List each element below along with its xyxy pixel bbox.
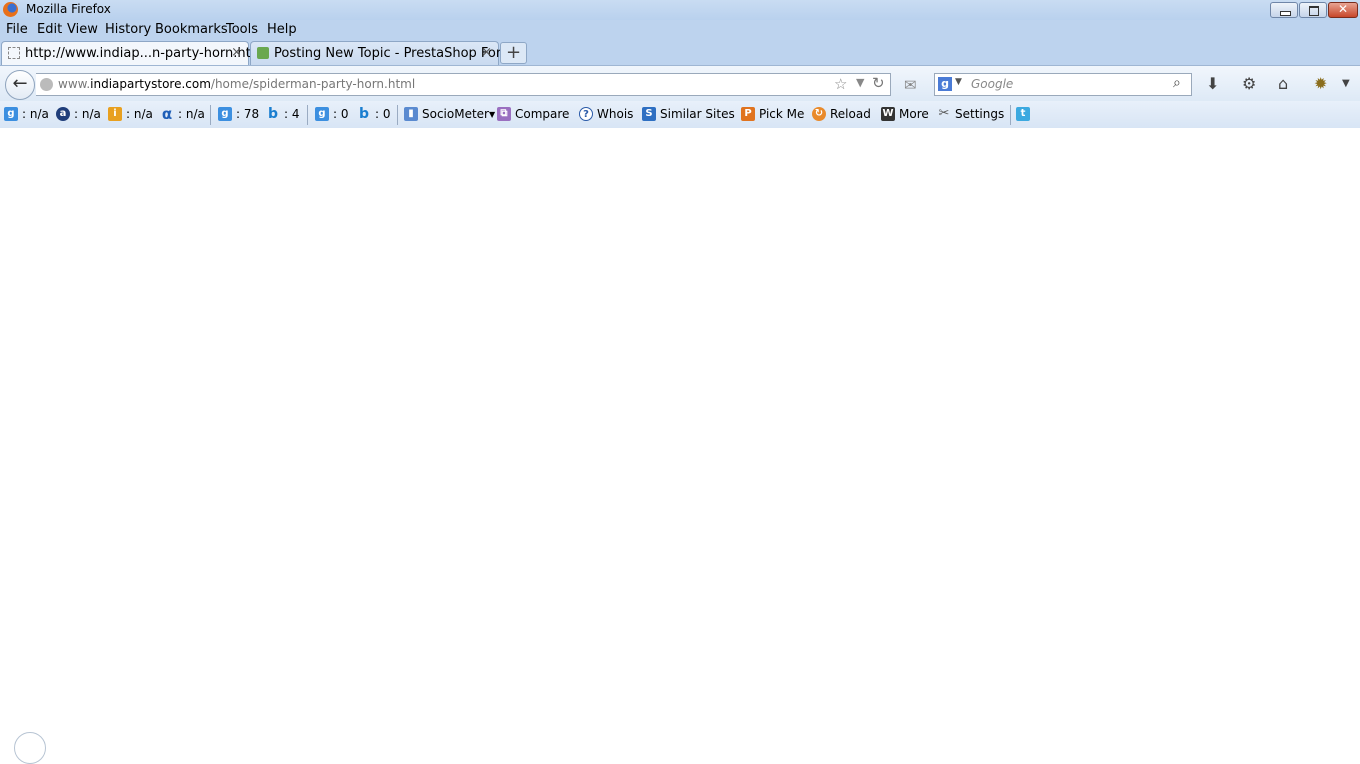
google-icon: g (218, 107, 232, 121)
google-links[interactable]: g: 0 (315, 107, 349, 121)
more-button[interactable]: W More (881, 107, 929, 121)
reload-button[interactable]: ↻ Reload (812, 107, 871, 121)
google-icon: g (315, 107, 329, 121)
question-icon: ? (579, 107, 593, 121)
bookmark-star-icon[interactable]: ☆ (834, 75, 847, 93)
close-window-button[interactable] (1328, 2, 1358, 18)
twitter-button[interactable]: t (1016, 107, 1034, 121)
bing-icon: b (267, 106, 279, 122)
separator (397, 105, 398, 125)
google-index[interactable]: g: 78 (218, 107, 259, 121)
menu-bar: File Edit View History Bookmarks Tools H… (0, 20, 1360, 40)
alpha-icon: α (161, 105, 173, 123)
status-indicator (14, 732, 46, 764)
menu-history[interactable]: History (105, 22, 151, 37)
compete-rank[interactable]: i: n/a (108, 107, 153, 121)
address-bar[interactable]: www.indiapartystore.com/home/spiderman-p… (36, 73, 891, 96)
similar-sites-icon: S (642, 107, 656, 121)
address-text[interactable]: www.indiapartystore.com/home/spiderman-p… (58, 77, 415, 91)
tab-indiapartystore[interactable]: http://www.indiap...n-party-horn.html × (1, 41, 267, 65)
search-icon[interactable]: ⌕ (1173, 75, 1181, 91)
alexa-rank[interactable]: a: n/a (56, 107, 101, 121)
bing-icon: b (358, 106, 370, 122)
compete-icon: i (108, 107, 122, 121)
menu-view[interactable]: View (67, 22, 98, 37)
site-identity-icon[interactable] (40, 78, 53, 91)
new-tab-button[interactable]: + (500, 42, 527, 64)
google-engine-icon[interactable]: g (938, 77, 952, 91)
pick-me-button[interactable]: P Pick Me (741, 107, 804, 121)
menu-help[interactable]: Help (267, 22, 297, 37)
page-icon (8, 47, 20, 59)
alpha-rank[interactable]: α: n/a (160, 105, 205, 123)
pick-me-icon: P (741, 107, 755, 121)
back-button[interactable]: ← (5, 70, 35, 100)
separator (1010, 105, 1011, 125)
alexa-icon: a (56, 107, 70, 121)
compare-button[interactable]: ⧉ Compare (497, 107, 569, 121)
page-content (0, 128, 1360, 738)
separator (307, 105, 308, 125)
mail-icon[interactable]: ✉ (904, 76, 917, 94)
compare-icon: ⧉ (497, 107, 511, 121)
tab-strip: http://www.indiap...n-party-horn.html × … (0, 40, 1360, 65)
history-dropdown-icon[interactable]: ▼ (856, 76, 864, 89)
tab-prestashop[interactable]: Posting New Topic - PrestaShop Foru... × (250, 41, 522, 65)
prestashop-icon (257, 47, 269, 59)
addon-gear-icon[interactable]: ✹ (1314, 74, 1327, 93)
menu-file[interactable]: File (6, 22, 28, 37)
whois-button[interactable]: ? Whois (579, 107, 633, 121)
reload-orange-icon: ↻ (812, 107, 826, 121)
bing-index[interactable]: b: 4 (266, 107, 300, 121)
title-bar: Mozilla Firefox (0, 0, 1360, 20)
bing-links[interactable]: b: 0 (357, 107, 391, 121)
tab-close-icon[interactable]: × (231, 45, 242, 60)
reload-icon[interactable]: ↻ (872, 74, 885, 92)
navigation-bar: ← www.indiapartystore.com/home/spiderman… (0, 65, 1360, 102)
downloads-icon[interactable]: ⬇ (1206, 74, 1219, 93)
menu-bookmarks[interactable]: Bookmarks (155, 22, 228, 37)
seoquake-toolbar: g: n/a a: n/a i: n/a α: n/a g: 78 b: 4 g… (0, 101, 1360, 129)
menu-edit[interactable]: Edit (37, 22, 62, 37)
bar-chart-icon: ▮ (404, 107, 418, 121)
addon-icon[interactable]: ⚙ (1242, 74, 1256, 93)
settings-button[interactable]: ✂ Settings (937, 106, 1005, 122)
home-icon[interactable]: ⌂ (1278, 74, 1288, 93)
firefox-logo-icon (3, 2, 18, 17)
search-box[interactable]: g ▼ Google ⌕ (934, 73, 1192, 96)
tab-close-icon[interactable]: × (481, 45, 492, 60)
sociometer-button[interactable]: ▮ SocioMeter ▼ (404, 107, 495, 121)
separator (210, 105, 211, 125)
maximize-button[interactable] (1299, 2, 1327, 18)
engine-dropdown-icon[interactable]: ▼ (955, 77, 962, 87)
window-title: Mozilla Firefox (26, 2, 111, 16)
minimize-button[interactable] (1270, 2, 1298, 18)
toolbar-dropdown-icon[interactable]: ▼ (1342, 78, 1350, 89)
google-icon: g (4, 107, 18, 121)
tools-icon: ✂ (938, 106, 950, 121)
search-placeholder: Google (971, 77, 1014, 91)
twitter-icon: t (1016, 107, 1030, 121)
wr-icon: W (881, 107, 895, 121)
similar-sites-button[interactable]: S Similar Sites (642, 107, 735, 121)
google-pagerank[interactable]: g: n/a (4, 107, 49, 121)
menu-tools[interactable]: Tools (226, 22, 258, 37)
